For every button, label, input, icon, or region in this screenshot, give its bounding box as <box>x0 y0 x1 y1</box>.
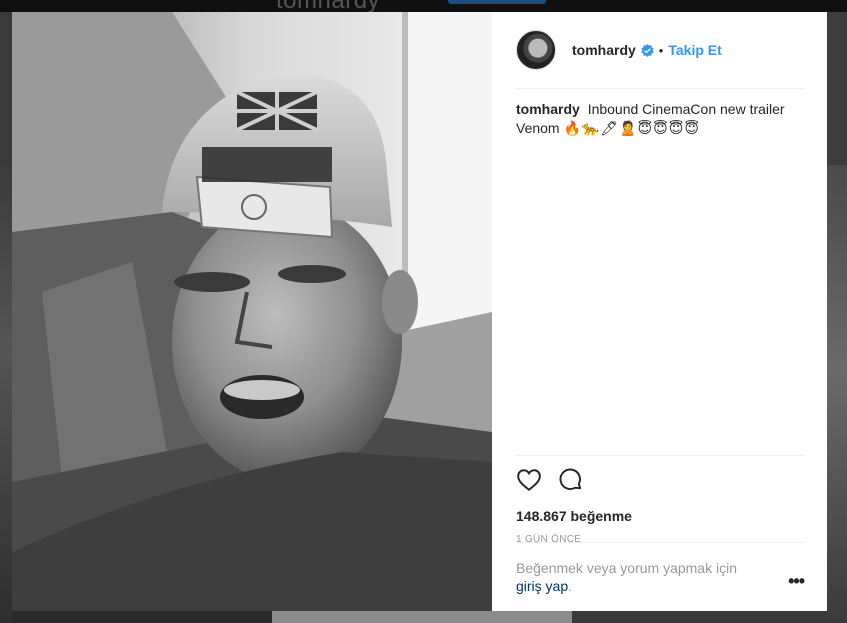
background-header: tomhardy <box>0 0 847 12</box>
post-photo[interactable] <box>12 12 492 611</box>
user-avatar[interactable] <box>516 30 556 70</box>
more-options-icon[interactable]: ••• <box>788 572 805 590</box>
login-link[interactable]: giriş yap <box>516 578 568 594</box>
caption-username[interactable]: tomhardy <box>516 101 580 117</box>
follow-button[interactable]: Takip Et <box>668 42 721 58</box>
login-prompt-section: Beğenmek veya yorum yapmak için giriş ya… <box>516 542 805 612</box>
post-sidebar: tomhardy • Takip Et tomhardy Inbound Cin… <box>492 12 827 611</box>
action-bar <box>516 456 804 502</box>
header-separator: • <box>658 42 664 58</box>
background-grid-bottom <box>12 611 827 623</box>
post-username[interactable]: tomhardy <box>572 42 636 58</box>
login-prompt-text: Beğenmek veya yorum yapmak için <box>516 560 737 576</box>
login-prompt: Beğenmek veya yorum yapmak için giriş ya… <box>516 559 756 595</box>
likes-count[interactable]: 148.867 beğenme <box>516 508 804 524</box>
login-prompt-end: . <box>568 578 573 594</box>
post-caption: tomhardy Inbound CinemaCon new trailer V… <box>516 100 786 138</box>
post-actions-section: 148.867 beğenme 1 GÜN ÖNCE <box>516 455 804 545</box>
post-photo-image <box>12 12 492 611</box>
verified-badge-icon <box>641 43 654 57</box>
post-header: tomhardy • Takip Et <box>516 12 804 89</box>
comment-icon[interactable] <box>558 467 584 493</box>
background-follow-button <box>448 0 546 4</box>
post-modal: tomhardy • Takip Et tomhardy Inbound Cin… <box>12 12 827 611</box>
background-grid-left <box>0 165 12 623</box>
background-username: tomhardy <box>276 0 380 12</box>
caption-emojis: 🔥🐆🖊🙎😇😇😇😇 <box>563 120 700 136</box>
background-grid-right <box>827 165 847 623</box>
heart-icon[interactable] <box>516 467 542 493</box>
